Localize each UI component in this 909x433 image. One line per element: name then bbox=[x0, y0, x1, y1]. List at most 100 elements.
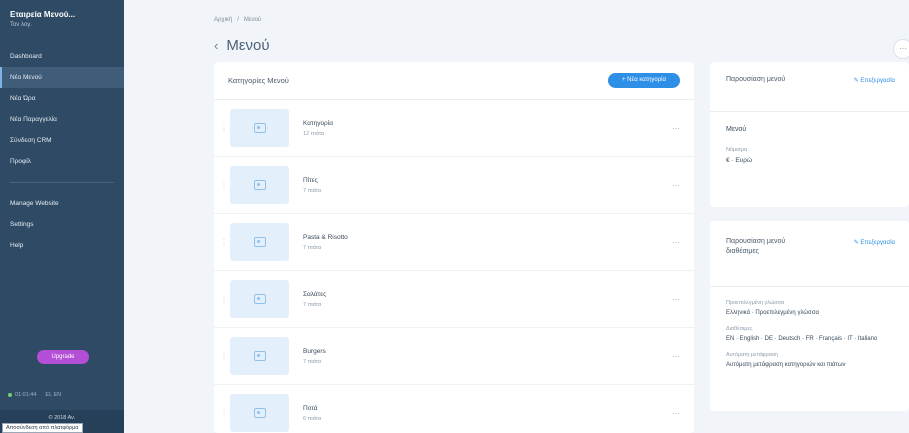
row-menu-icon[interactable]: ⋯ bbox=[672, 352, 680, 361]
more-options-button[interactable]: ··· bbox=[893, 39, 909, 59]
category-name: Σαλάτες bbox=[303, 290, 327, 298]
breadcrumb-separator: / bbox=[237, 17, 239, 23]
row-menu-icon[interactable]: ⋯ bbox=[672, 124, 680, 133]
row-menu-icon[interactable]: ⋯ bbox=[672, 238, 680, 247]
image-icon bbox=[253, 123, 266, 133]
drag-handle-icon[interactable]: ⋮ bbox=[220, 238, 228, 247]
sidebar-item-dashboard[interactable]: Dashboard bbox=[0, 46, 124, 67]
category-count: 7 πιάτα bbox=[303, 187, 322, 194]
language-switch[interactable]: EL EN bbox=[45, 392, 61, 398]
new-category-button[interactable]: + Νέα κατηγορία bbox=[608, 73, 680, 88]
sidebar-item-new-order[interactable]: Νέα Παραγγελία bbox=[0, 109, 124, 130]
image-icon bbox=[253, 351, 266, 361]
presentation-body: Μενού Νόμισμα € · Ευρώ bbox=[710, 112, 909, 178]
page-title-text: Μενού bbox=[226, 37, 270, 54]
category-count: 6 πιάτα bbox=[303, 415, 322, 422]
category-thumbnail bbox=[230, 394, 289, 432]
category-thumbnail bbox=[230, 109, 289, 147]
category-info: Pasta & Risotto 7 πιάτα bbox=[303, 234, 672, 251]
image-icon bbox=[253, 180, 266, 190]
sidebar-item-new-menu[interactable]: Νέο Μενού bbox=[0, 67, 124, 88]
category-name: Burgers bbox=[303, 347, 326, 355]
drag-handle-icon[interactable]: ⋮ bbox=[220, 124, 228, 133]
default-language-label: Προεπιλεγμένη γλώσσα bbox=[726, 300, 785, 306]
breadcrumb: Αρχική / Μενού bbox=[214, 17, 261, 23]
category-name: Ποτά bbox=[303, 404, 318, 412]
category-row[interactable]: ⋮ Πίτες 7 πιάτα ⋯ bbox=[214, 157, 694, 214]
available-languages-value: EN · English · DE · Deutsch · FR · Franç… bbox=[726, 336, 878, 342]
category-name: Κατηγορία bbox=[303, 119, 333, 127]
sidebar-divider bbox=[10, 182, 114, 183]
category-info: Πίτες 7 πιάτα bbox=[303, 177, 672, 194]
category-name: Πίτες bbox=[303, 176, 318, 184]
drag-handle-icon[interactable]: ⋮ bbox=[220, 295, 228, 304]
sidebar-status: 01:01:44 EL EN bbox=[8, 392, 61, 398]
category-thumbnail bbox=[230, 223, 289, 261]
languages-header: Παρουσίαση μενού διαθέσιμες ✎ Επεξεργασί… bbox=[710, 221, 909, 287]
sidebar-item-manage-website[interactable]: Manage Website bbox=[0, 193, 124, 214]
drag-handle-icon[interactable]: ⋮ bbox=[220, 352, 228, 361]
categories-header: Κατηγορίες Μενού + Νέα κατηγορία bbox=[214, 62, 694, 100]
category-name: Pasta & Risotto bbox=[303, 233, 348, 241]
drag-handle-icon[interactable]: ⋮ bbox=[220, 181, 228, 190]
category-row[interactable]: ⋮ Κατηγορία 12 πιάτα ⋯ bbox=[214, 100, 694, 157]
breadcrumb-home[interactable]: Αρχική bbox=[214, 17, 232, 23]
upgrade-button[interactable]: Upgrade bbox=[37, 350, 89, 364]
presentation-edit-link[interactable]: ✎ Επεξεργασία bbox=[854, 77, 895, 111]
categories-card: Κατηγορίες Μενού + Νέα κατηγορία ⋮ Κατηγ… bbox=[214, 62, 694, 433]
category-info: Σαλάτες 7 πιάτα bbox=[303, 291, 672, 308]
logout-tooltip: Αποσύνδεση από πλατφόρμα bbox=[2, 423, 83, 433]
category-info: Ποτά 6 πιάτα bbox=[303, 405, 672, 422]
category-thumbnail bbox=[230, 166, 289, 204]
currency-label: Νόμισμα bbox=[726, 147, 748, 153]
category-thumbnail bbox=[230, 280, 289, 318]
presentation-header: Παρουσίαση μενού ✎ Επεξεργασία bbox=[710, 62, 909, 112]
category-info: Burgers 7 πιάτα bbox=[303, 348, 672, 365]
back-arrow-icon[interactable]: ‹ bbox=[214, 38, 218, 53]
categories-title: Κατηγορίες Μενού bbox=[228, 76, 289, 85]
presentation-title: Παρουσίαση μενού bbox=[726, 76, 786, 83]
image-icon bbox=[253, 237, 266, 247]
category-row[interactable]: ⋮ Burgers 7 πιάτα ⋯ bbox=[214, 328, 694, 385]
sidebar-nav: Dashboard Νέο Μενού Νέα Ώρα Νέα Παραγγελ… bbox=[0, 46, 124, 256]
category-thumbnail bbox=[230, 337, 289, 375]
category-row[interactable]: ⋮ Pasta & Risotto 7 πιάτα ⋯ bbox=[214, 214, 694, 271]
languages-body: Προεπιλεγμένη γλώσσα Ελληνικά · Προεπιλε… bbox=[710, 287, 909, 373]
auto-translate-value: Αυτόματη μετάφραση κατηγοριών και πιάτων bbox=[726, 362, 846, 368]
row-menu-icon[interactable]: ⋯ bbox=[672, 409, 680, 418]
presentation-card: Παρουσίαση μενού ✎ Επεξεργασία Μενού Νόμ… bbox=[710, 62, 909, 207]
category-count: 7 πιάτα bbox=[303, 358, 322, 365]
sidebar-item-new-hour[interactable]: Νέα Ώρα bbox=[0, 88, 124, 109]
sidebar: Εταιρεία Μενού... Τον λογ. Dashboard Νέο… bbox=[0, 0, 124, 433]
category-row[interactable]: ⋮ Ποτά 6 πιάτα ⋯ bbox=[214, 385, 694, 433]
available-languages-label: Διαθέσιμες bbox=[726, 326, 753, 332]
sidebar-item-settings[interactable]: Settings bbox=[0, 214, 124, 235]
brand-subtitle: Τον λογ. bbox=[10, 22, 32, 28]
category-count: 7 πιάτα bbox=[303, 301, 322, 308]
brand-name: Εταιρεία Μενού... bbox=[10, 10, 76, 19]
row-menu-icon[interactable]: ⋯ bbox=[672, 295, 680, 304]
brand: Εταιρεία Μενού... Τον λογ. bbox=[0, 0, 124, 28]
sidebar-item-profile[interactable]: Προφίλ bbox=[0, 151, 124, 172]
category-info: Κατηγορία 12 πιάτα bbox=[303, 120, 672, 137]
currency-value: € · Ευρώ bbox=[726, 157, 753, 164]
status-time: 01:01:44 bbox=[15, 392, 37, 398]
sidebar-item-crm[interactable]: Σύνδεση CRM bbox=[0, 130, 124, 151]
page-title: ‹ Μενού bbox=[214, 37, 270, 54]
category-count: 7 πιάτα bbox=[303, 244, 322, 251]
category-count: 12 πιάτα bbox=[303, 130, 325, 137]
row-menu-icon[interactable]: ⋯ bbox=[672, 181, 680, 190]
image-icon bbox=[253, 408, 266, 418]
online-status-icon bbox=[8, 393, 12, 397]
languages-title: Παρουσίαση μενού διαθέσιμες bbox=[726, 238, 786, 255]
category-row[interactable]: ⋮ Σαλάτες 7 πιάτα ⋯ bbox=[214, 271, 694, 328]
auto-translate-label: Αυτόματη μετάφραση bbox=[726, 352, 779, 358]
breadcrumb-current: Μενού bbox=[243, 17, 262, 23]
image-icon bbox=[253, 294, 266, 304]
sidebar-item-help[interactable]: Help bbox=[0, 235, 124, 256]
presentation-value: Μενού bbox=[726, 126, 747, 133]
languages-edit-link[interactable]: ✎ Επεξεργασία bbox=[854, 239, 895, 286]
languages-card: Παρουσίαση μενού διαθέσιμες ✎ Επεξεργασί… bbox=[710, 221, 909, 411]
default-language-value: Ελληνικά · Προεπιλεγμένη γλώσσα bbox=[726, 310, 819, 316]
drag-handle-icon[interactable]: ⋮ bbox=[220, 409, 228, 418]
